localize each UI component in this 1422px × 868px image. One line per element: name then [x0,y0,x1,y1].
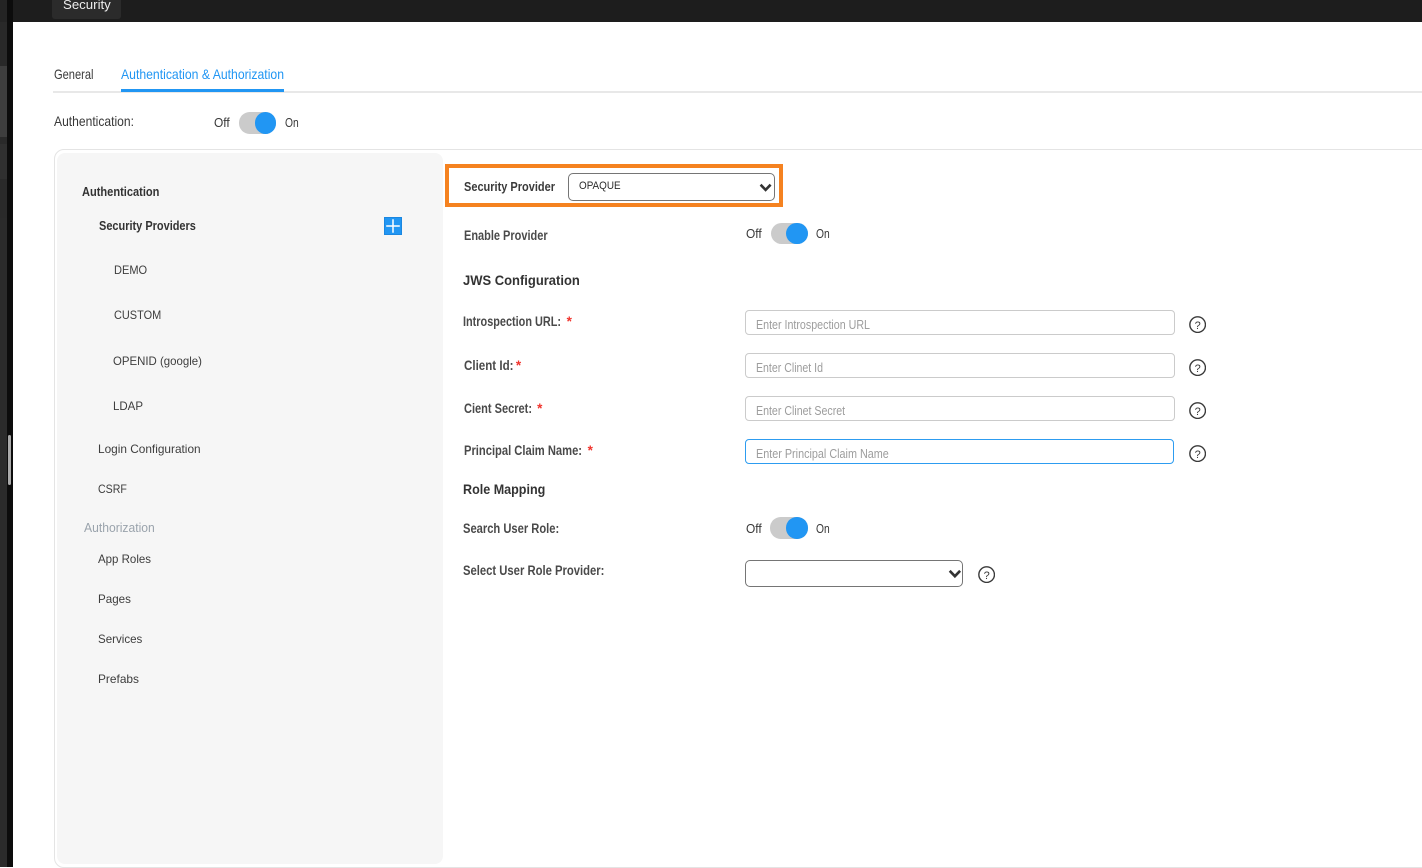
svg-text:?: ? [984,570,990,582]
svg-text:?: ? [1194,363,1200,375]
svg-text:?: ? [1194,320,1200,332]
svg-text:?: ? [1194,406,1200,418]
svg-text:?: ? [1194,449,1200,461]
